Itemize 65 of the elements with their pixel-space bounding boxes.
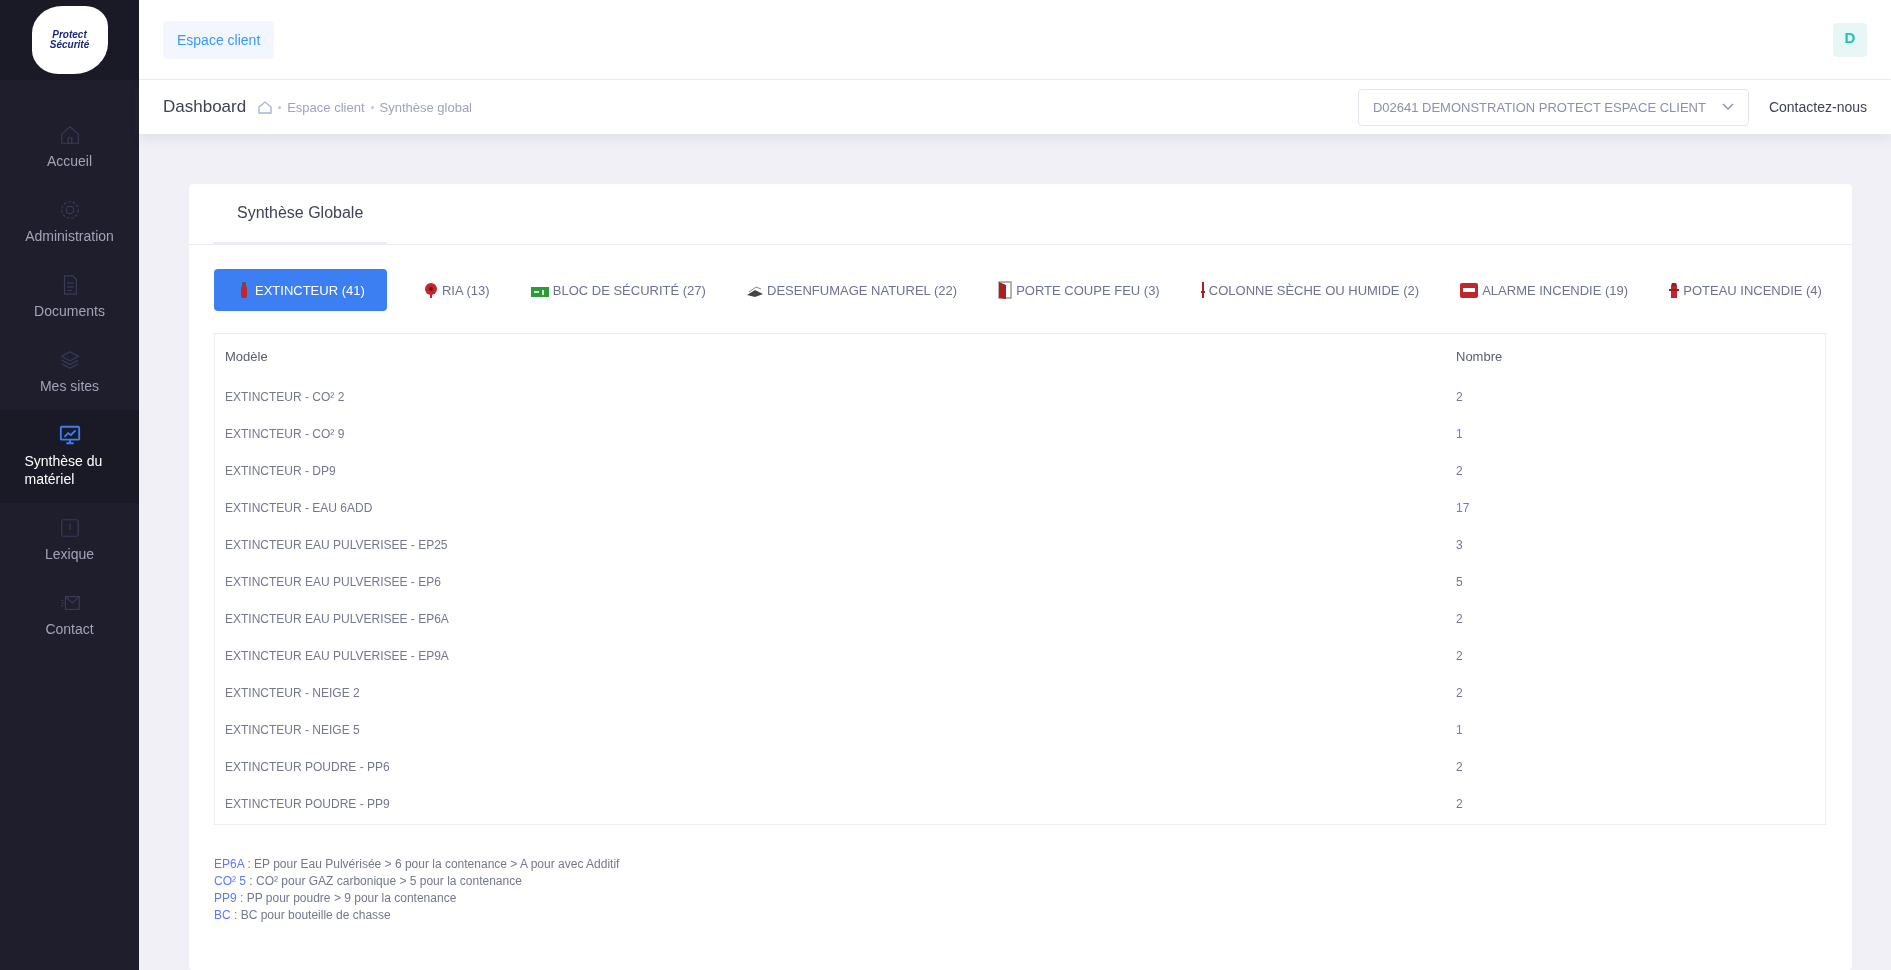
table-cell-text: 2 — [1456, 611, 1464, 626]
home-icon[interactable] — [258, 100, 273, 114]
table-cell-text: EXTINCTEUR - NEIGE 2 — [225, 685, 361, 700]
category-tab[interactable]: COLONNE SÈCHE OU HUMIDE (2) — [1195, 269, 1424, 311]
column-header: Nombre — [1456, 348, 1504, 364]
table-cell-text: 2 — [1456, 389, 1464, 404]
sidebar-item[interactable]: Accueil — [0, 110, 139, 185]
table-cell[interactable]: 1 — [1456, 722, 1815, 737]
layers-icon — [58, 348, 81, 371]
home-icon — [58, 124, 81, 146]
breadcrumb-link[interactable]: Espace client — [287, 99, 365, 115]
category-tab[interactable]: POTEAU INCENDIE (4) — [1664, 269, 1826, 311]
table-cell-text: 3 — [1456, 537, 1464, 552]
category-tab[interactable]: RIA (13) — [418, 269, 494, 311]
table-cell-text: EXTINCTEUR - CO² 9 — [225, 426, 346, 441]
monitor-chart-icon — [58, 423, 81, 446]
category-tab[interactable]: ALARME INCENDIE (19) — [1455, 269, 1633, 311]
table-cell-text: 2 — [1456, 463, 1464, 478]
legend-line: EP6A : EP pour Eau Pulvérisée > 6 pour la contenance > A pour avec Additif — [214, 857, 621, 871]
chevron-down-icon — [1721, 103, 1734, 111]
sidebar-item[interactable]: Contact — [0, 578, 139, 654]
table-cell[interactable]: 17 — [1456, 500, 1815, 515]
legend-line: BC : BC pour bouteille de chasse — [214, 908, 392, 922]
gear-icon — [58, 198, 81, 221]
logo-text: Protect — [52, 30, 87, 40]
column-header: Modèle — [225, 348, 269, 364]
sidebar-item[interactable]: Administration — [0, 184, 139, 260]
hose-reel-icon — [422, 281, 439, 299]
table-cell-text: EXTINCTEUR POUDRE - PP6 — [225, 759, 391, 774]
espace-client-button[interactable]: Espace client — [163, 20, 275, 59]
info-icon — [58, 517, 81, 540]
table-cell-text: EXTINCTEUR EAU PULVERISEE - EP9A — [225, 648, 450, 663]
table-cell-text: EXTINCTEUR EAU PULVERISEE - EP25 — [225, 537, 449, 552]
table-cell-text: 2 — [1456, 648, 1464, 663]
category-tab[interactable]: PORTE COUPE FEU (3) — [993, 269, 1164, 311]
table-cell-text: EXTINCTEUR POUDRE - PP9 — [225, 796, 391, 811]
sidebar-item[interactable]: Lexique — [0, 503, 139, 579]
sidebar-item[interactable]: Synthèse du matériel — [0, 409, 139, 504]
table-cell[interactable]: 1 — [1456, 426, 1815, 441]
table-cell-text: 2 — [1456, 796, 1464, 811]
table-cell-text: 2 — [1456, 759, 1464, 774]
client-select[interactable]: D02641 DEMONSTRATION PROTECT ESPACE CLIENT — [1357, 88, 1749, 126]
card-title: Synthèse Globale — [213, 184, 388, 244]
door-icon — [997, 281, 1014, 299]
category-tab[interactable]: EXTINCTEUR (41) — [214, 269, 387, 311]
logo-text: Sécurité — [49, 40, 90, 50]
alarm-panel-icon — [1459, 281, 1480, 299]
category-tab[interactable]: BLOC DE SÉCURITÉ (27) — [525, 269, 710, 311]
category-tab[interactable]: DESENFUMAGE NATUREL (22) — [742, 269, 962, 311]
legend-line: CO² 5 : CO² pour GAZ carbonique > 5 pour la contenance — [214, 874, 523, 888]
table-cell-text: EXTINCTEUR EAU PULVERISEE - EP6 — [225, 574, 442, 589]
sidebar-item[interactable]: Documents — [0, 259, 139, 335]
page-title: Dashboard — [163, 97, 247, 117]
contact-link[interactable]: Contactez-nous — [1768, 99, 1867, 115]
hydrant-icon — [1668, 281, 1681, 299]
table-cell-text: EXTINCTEUR - CO² 2 — [225, 389, 346, 404]
table-cell-text: EXTINCTEUR - EAU 6ADD — [225, 500, 374, 515]
table-cell-text: EXTINCTEUR - NEIGE 5 — [225, 722, 361, 737]
legend-line: PP9 : PP pour poudre > 9 pour la contenance — [214, 891, 458, 905]
table-cell-text: 5 — [1456, 574, 1464, 589]
table-cell-text: EXTINCTEUR EAU PULVERISEE - EP6A — [225, 611, 450, 626]
table-cell-text: 2 — [1456, 685, 1464, 700]
breadcrumb-link[interactable]: Synthèse global — [379, 99, 472, 115]
table-cell-text: EXTINCTEUR - DP9 — [225, 463, 337, 478]
sidebar-item[interactable]: Mes sites — [0, 334, 139, 410]
